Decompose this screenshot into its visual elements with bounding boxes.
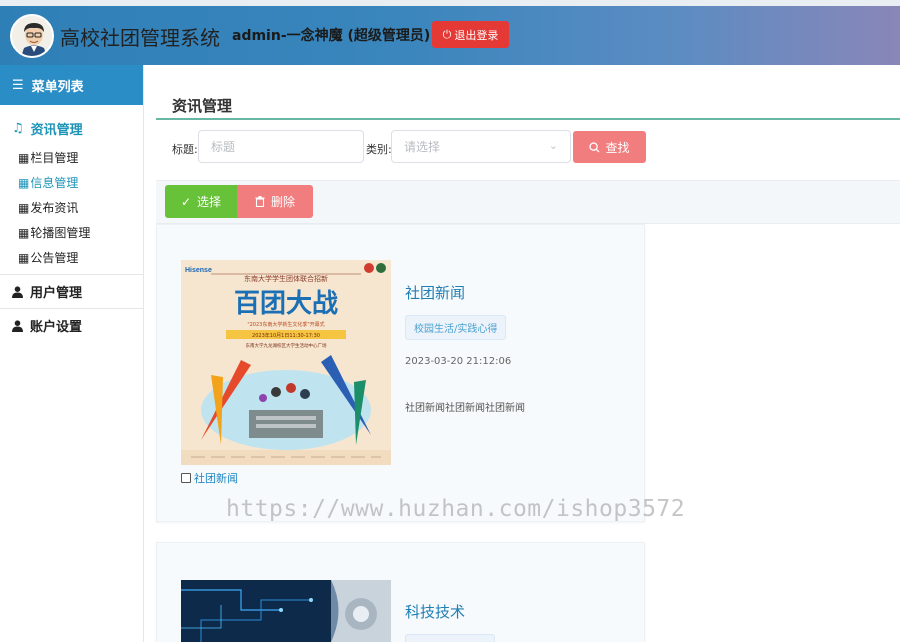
news-thumbnail[interactable]: Hisense 东南大学学生团体联合招新 百团大战 "2023东南大学新生文化季… (181, 260, 391, 465)
news-select-checkbox[interactable] (181, 473, 191, 483)
menu-list-label: 菜单列表 (31, 79, 84, 95)
sidebar-group-account-settings[interactable]: 账户设置 (0, 308, 143, 342)
music-note-icon: ♫ (12, 120, 24, 136)
list-icon: ☰ (12, 77, 24, 93)
search-button[interactable]: 查找 (573, 131, 646, 163)
news-timestamp: 2023-03-20 21:12:06 (405, 356, 512, 367)
select-button[interactable]: ✓ 选择 (165, 185, 237, 218)
calendar-icon: ▦ (18, 150, 30, 165)
logout-button[interactable]: ⏻ 退出登录 (432, 21, 509, 48)
calendar-icon: ▦ (18, 225, 30, 240)
page-title: 资讯管理 (172, 97, 233, 115)
search-button-label: 查找 (605, 140, 630, 155)
sidebar-item-publish-news[interactable]: ▦ 发布资讯 (0, 195, 143, 220)
user-icon (12, 319, 23, 332)
poster-subtitle: "2023东南大学新生文化季"开幕式 (247, 321, 324, 328)
avatar (10, 14, 54, 58)
search-icon (589, 141, 600, 152)
category-filter-label: 类别: (366, 143, 392, 156)
poster-place: 东南大学九龙湖校区大学生活动中心广场 (246, 342, 327, 349)
sidebar-item-announcement-management[interactable]: ▦ 公告管理 (0, 245, 143, 270)
delete-button[interactable]: 删除 (237, 185, 313, 218)
title-search-input[interactable]: 标题 (198, 130, 364, 163)
user-icon (12, 285, 23, 298)
news-title[interactable]: 科技技术 (405, 601, 465, 622)
sidebar-group-label: 资讯管理 (30, 122, 83, 138)
title-divider (156, 118, 900, 120)
watermark: https://www.huzhan.com/ishop3572 (226, 496, 686, 522)
sidebar-group-label: 账户设置 (30, 320, 83, 335)
delete-button-label: 删除 (270, 195, 295, 209)
news-summary: 社团新闻社团新闻社团新闻 (405, 403, 525, 414)
sidebar-item-carousel-management[interactable]: ▦ 轮播图管理 (0, 220, 143, 245)
current-user-label: admin-一念神魔 (超级管理员) (232, 28, 431, 44)
check-icon: ✓ (180, 194, 192, 209)
logout-label: 退出登录 (454, 28, 499, 42)
sidebar-item-column-management[interactable]: ▦ 栏目管理 (0, 145, 143, 170)
power-icon: ⏻ (442, 27, 452, 41)
sidebar-group-news-management[interactable]: ♫ 资讯管理 (0, 111, 143, 145)
tech-circuit-image (181, 580, 391, 642)
select-button-label: 选择 (197, 195, 222, 209)
category-select[interactable]: 请选择 ⌄ (391, 130, 571, 163)
title-filter-label: 标题: (172, 143, 198, 156)
header-top-strip (0, 0, 900, 6)
app-title: 高校社团管理系统 (60, 26, 220, 50)
sidebar-item-info-management[interactable]: ▦ 信息管理 (0, 170, 143, 195)
poster-big-text: 百团大战 (234, 289, 338, 319)
poster-heading: 东南大学学生团体联合招新 (244, 274, 328, 283)
sidebar-item-label: 公告管理 (30, 251, 79, 265)
news-select-row[interactable]: 社团新闻 (181, 470, 238, 486)
chevron-down-icon: ⌄ (548, 139, 558, 152)
news-checkbox-label: 社团新闻 (194, 472, 238, 485)
calendar-icon: ▦ (18, 200, 30, 215)
news-category-tag (405, 634, 495, 642)
title-input-placeholder: 标题 (211, 140, 236, 154)
news-category-tag: 校园生活/实践心得 (405, 315, 507, 340)
category-select-placeholder: 请选择 (404, 140, 441, 154)
sidebar: ☰ 菜单列表 ♫ 资讯管理 ▦ 栏目管理 ▦ 信息管理 ▦ 发布资讯 ▦ 轮播图… (0, 65, 144, 642)
poster-brand: Hisense (185, 267, 212, 274)
calendar-icon: ▦ (18, 250, 30, 265)
sidebar-item-label: 发布资讯 (30, 201, 79, 215)
sidebar-group-user-management[interactable]: 用户管理 (0, 274, 143, 308)
calendar-icon: ▦ (18, 175, 30, 190)
news-title[interactable]: 社团新闻 (405, 282, 465, 303)
menu-list-header: ☰ 菜单列表 (0, 65, 143, 105)
sidebar-item-label: 栏目管理 (30, 151, 79, 165)
club-recruitment-poster: Hisense 东南大学学生团体联合招新 百团大战 "2023东南大学新生文化季… (181, 260, 391, 465)
poster-date: 2023年10月1日11:30-17:30 (252, 332, 320, 339)
sidebar-item-label: 信息管理 (30, 176, 79, 190)
sidebar-item-label: 轮播图管理 (30, 226, 91, 240)
sidebar-group-label: 用户管理 (30, 286, 83, 301)
trash-icon (255, 196, 265, 207)
news-thumbnail[interactable] (181, 580, 391, 642)
